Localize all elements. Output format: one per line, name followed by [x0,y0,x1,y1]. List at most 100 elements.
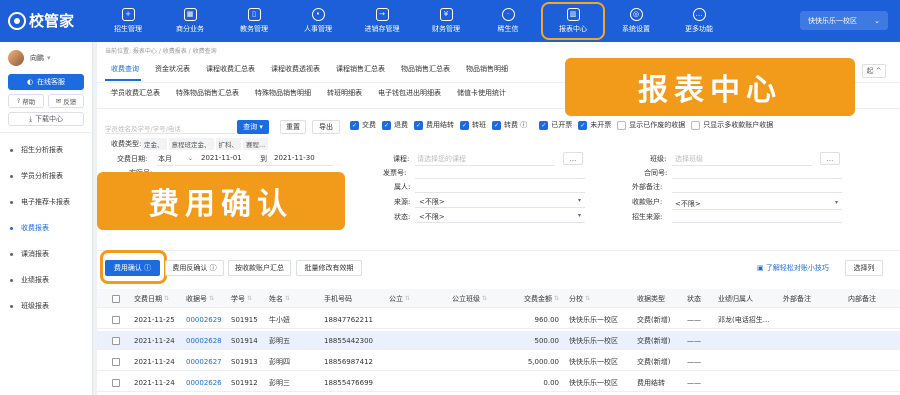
tab-course-sales-summary[interactable]: 课程销售汇总表 [328,64,393,78]
tab-transfer-detail[interactable]: 转班明细表 [319,88,370,102]
nav-academic[interactable]: ▯ 教务管理 [224,0,284,42]
tab-course-fee-summary[interactable]: 课程收费汇总表 [198,64,263,78]
col-public-school[interactable]: 公立 ⇅ [389,289,437,308]
column-header-label: 收据类型 [637,294,665,303]
checkbox-refund[interactable]: ✓ 退费 [382,120,408,130]
account-select[interactable]: <不限> [675,199,701,209]
table-row[interactable]: 2021-11-25 00002629 S01915 牛小妞 188477622… [97,310,900,329]
nav-business[interactable]: ▦ 商分业务 [160,0,220,42]
nav-messages[interactable]: · 稀生信 [478,0,538,42]
export-button[interactable]: 导出 [312,120,340,134]
search-input[interactable]: 学员姓名及学号/学号/电话 [105,120,235,134]
app-logo[interactable]: 校管家 [8,10,74,31]
checkbox-not-invoiced[interactable]: ✓ 未开票 [578,120,611,130]
reconcile-tips-link[interactable]: ▣ 了解轻松对账小技巧 [757,263,829,273]
nav-report-center[interactable]: ▥ 报表中心 [541,2,605,40]
table-row[interactable]: 2021-11-24 00002626 S01912 彭明三 188554766… [97,373,900,392]
select-columns-button[interactable]: 选择列 [845,260,883,276]
collapse-button[interactable]: 起 ^ [862,64,886,78]
date-from-input[interactable]: 2021-11-01 [201,154,242,162]
user-add-icon: + [121,8,135,21]
sidebar-item-label: 电子推荐卡报表 [21,198,70,206]
row-checkbox[interactable] [112,373,124,392]
status-select[interactable]: <不限> [419,212,445,222]
chevron-down-icon: ⌄ [188,155,194,162]
sidebar-item-performance-report[interactable]: 业绩报表 [0,267,92,293]
date-range-unit-select[interactable]: 本月 [158,154,172,164]
tab-special-item-summary[interactable]: 特殊物品销售汇总表 [168,88,247,102]
divider [0,132,92,133]
source-select[interactable]: <不限> [419,197,445,207]
nav-finance[interactable]: ¥ 财务管理 [416,0,476,42]
col-public-class[interactable]: 公立班级 ⇅ [452,289,507,308]
course-picker-button[interactable]: ... [563,152,583,165]
checkbox-fee-carryover[interactable]: ✓ 费用结转 [414,120,454,130]
fee-confirm-button[interactable]: 费用确认 ⓘ [105,260,160,276]
user-profile[interactable]: 向鹏 ▾ [0,42,92,70]
tab-funds-status[interactable]: 资金状况表 [147,64,198,78]
table-row[interactable]: 2021-11-24 00002628 S01914 彭明五 188554423… [97,331,900,350]
fee-reverse-confirm-button[interactable]: 费用反确认 ⓘ [165,260,224,276]
col-amount[interactable]: 交费金额 ⇅ [507,289,559,308]
tab-student-fee-summary[interactable]: 学员收费汇总表 [103,88,168,102]
checkbox-show-voided[interactable]: 显示已作废的收据 [617,120,685,130]
date-to-input[interactable]: 2021-11-30 [274,154,315,162]
row-checkbox[interactable] [112,352,124,371]
tab-fee-query[interactable]: 收费查询 [103,64,147,78]
col-student-no[interactable]: 学号 ⇅ [231,289,269,308]
checkbox-class-transfer[interactable]: ✓ 转班 [460,120,486,130]
tab-special-item-detail[interactable]: 特殊物品销售明细 [247,88,319,102]
table-row[interactable]: 2021-11-24 00002627 S01913 彭明四 188569874… [97,352,900,371]
logo-text: 校管家 [29,12,75,30]
course-input[interactable]: 请选择您的课程 [417,154,466,164]
col-pay-date[interactable]: 交费日期 ⇅ [134,289,186,308]
col-name[interactable]: 姓名 ⇅ [269,289,324,308]
fee-type-select[interactable]: 定金、 意程班定金、 扩科、 赛程... [141,138,270,150]
tab-item-sales-detail[interactable]: 物品销售明细 [458,64,516,78]
help-button[interactable]: ? 帮助 [8,94,44,108]
cell-receipt-no-link[interactable]: 00002627 [186,352,231,371]
tab-course-fee-pivot[interactable]: 课程收费透视表 [263,64,328,78]
nav-settings[interactable]: ◎ 系统设置 [606,0,666,42]
checkbox-payment[interactable]: ✓ 交费 [350,120,376,130]
checkbox-invoiced[interactable]: ✓ 已开票 [539,120,572,130]
feedback-button[interactable]: ✉ 反馈 [48,94,84,108]
nav-enrollment[interactable]: + 招生管理 [98,0,158,42]
cell-receipt-no-link[interactable]: 00002626 [186,373,231,392]
checkbox-multi-account[interactable]: 只显示多收款账户收据 [691,120,773,130]
download-center-button[interactable]: ⤓ 下载中心 [8,112,84,126]
cell-receipt-no-link[interactable]: 00002629 [186,310,231,329]
class-input[interactable]: 选择班级 [675,154,703,164]
cell-receipt-no-link[interactable]: 00002628 [186,331,231,350]
online-support-button[interactable]: ◐ 在线客服 [8,74,84,90]
sidebar-item-lesson-report[interactable]: 课消报表 [0,241,92,267]
checkbox-label: 显示已作废的收据 [629,121,686,129]
tab-item-sales-summary[interactable]: 物品销售汇总表 [393,64,458,78]
sidebar-item-class-report[interactable]: 班级报表 [0,293,92,319]
account-summary-button[interactable]: 按收款账户汇总 [228,260,291,276]
tab-wallet-detail[interactable]: 电子钱包进出明细表 [370,88,449,102]
row-checkbox[interactable] [112,331,124,350]
campus-selector[interactable]: 快快乐乐一校区 ⌄ [800,11,888,30]
class-picker-button[interactable]: ... [820,152,840,165]
reset-button[interactable]: 重置 [280,120,306,134]
tab-stored-card-stats[interactable]: 储值卡使用统计 [449,88,514,102]
column-header-label: 分校 [569,294,583,303]
col-receipt-no[interactable]: 收据号 ⇅ [186,289,231,308]
row-checkbox[interactable] [112,310,124,329]
nav-inventory[interactable]: → 进销存管理 [352,0,412,42]
checkbox-fee-transfer[interactable]: ✓ 转费 ⓘ [492,120,527,130]
sidebar-item-fee-report[interactable]: 收费报表 [0,215,92,241]
col-internal-note: 内部备注 [848,289,898,308]
nav-hr[interactable]: • 人事管理 [288,0,348,42]
nav-more[interactable]: … 更多功能 [669,0,729,42]
col-branch[interactable]: 分校 ⇅ [569,289,629,308]
query-button[interactable]: 查询 ▾ [237,120,269,134]
sidebar-item-referral-report[interactable]: 电子推荐卡报表 [0,189,92,215]
sidebar-item-student-report[interactable]: 学员分析报表 [0,163,92,189]
batch-edit-validity-button[interactable]: 批量修改有效期 [296,260,362,276]
sidebar-item-enrollment-report[interactable]: 招生分析报表 [0,137,92,163]
checkbox-label: 转费 ⓘ [504,121,528,129]
select-all-checkbox[interactable] [112,289,124,308]
cell-receipt-type: 费用结转 [637,378,665,387]
